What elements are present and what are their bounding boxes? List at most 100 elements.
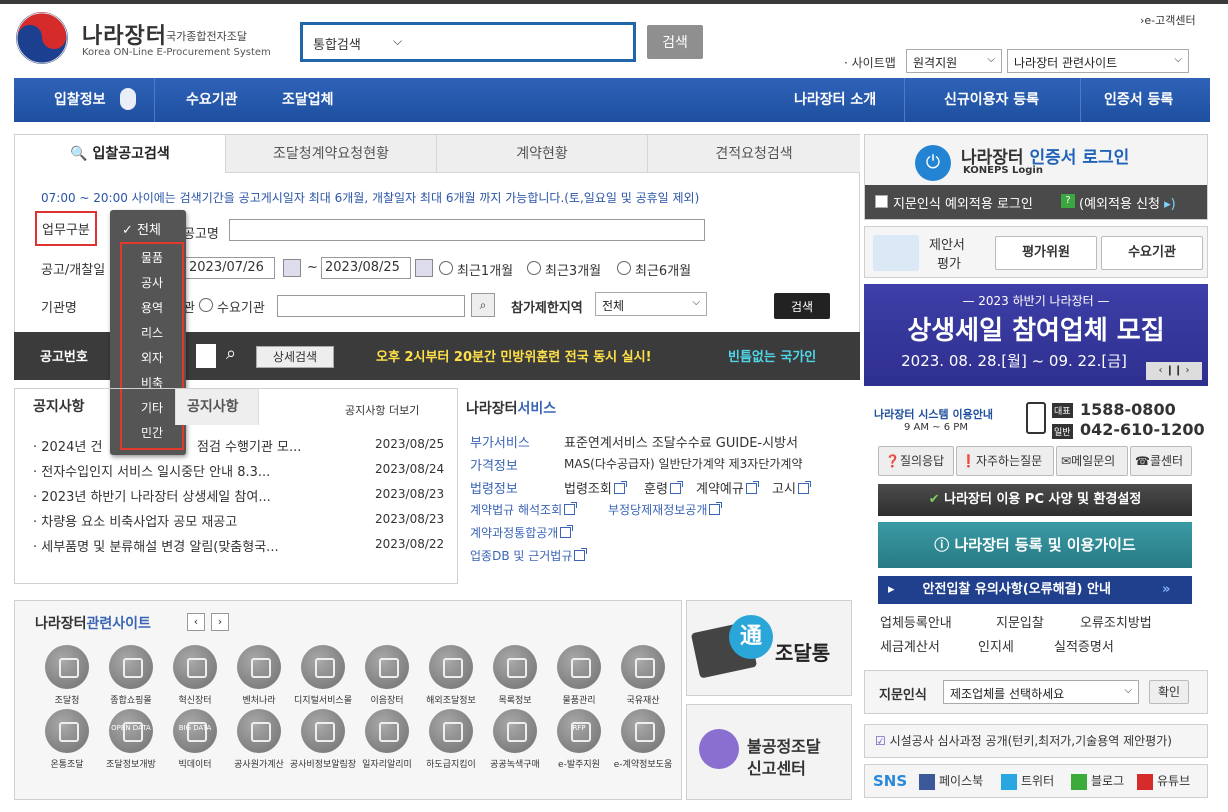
related-site-icon[interactable] [301, 709, 345, 753]
detail-search-button[interactable]: 상세검색 [256, 346, 334, 368]
twitter-link[interactable]: 트위터 [1021, 765, 1054, 797]
banner-controls-icon[interactable]: ‹ ❙❙ › [1146, 362, 1202, 380]
dropdown-option[interactable]: 용역 [122, 299, 182, 316]
related-site-icon[interactable] [301, 645, 345, 689]
dropdown-option[interactable]: 리스 [122, 324, 182, 341]
quick-link[interactable]: 실적증명서 [1054, 636, 1114, 655]
notice-no-input[interactable] [196, 344, 216, 368]
notice-item[interactable]: · 세부품명 및 분류해설 변경 알림(맞춤형국... [33, 536, 279, 555]
dropdown-option[interactable]: 물품 [122, 249, 182, 266]
related-site-label[interactable]: 빅데이터 [159, 757, 231, 770]
quick-link[interactable]: 인지세 [978, 636, 1014, 655]
manufacturer-select[interactable]: 제조업체를 선택하세요 ⌵ [943, 680, 1139, 704]
unfair-report-card[interactable]: 불공정조달 신고센터 [686, 704, 852, 800]
faq-button[interactable]: ❗자주하는질문 [956, 446, 1054, 476]
bid-search-button[interactable]: 검색 [774, 293, 830, 319]
sitemap-link[interactable]: · 사이트맵 [844, 54, 896, 71]
related-site-label[interactable]: 공공녹색구매 [479, 757, 551, 770]
related-site-label[interactable]: 물품관리 [543, 693, 615, 706]
org-name-input[interactable] [277, 295, 465, 317]
related-site-label[interactable]: 공사비정보알림장 [287, 757, 359, 770]
related-site-icon[interactable] [45, 645, 89, 689]
facebook-icon[interactable] [919, 774, 935, 790]
related-site-icon[interactable] [109, 645, 153, 689]
related-sites-select[interactable]: 나라장터 관련사이트 ⌵ [1007, 49, 1189, 73]
related-site-icon[interactable] [493, 645, 537, 689]
quick-link[interactable]: 오류조치방법 [1080, 612, 1152, 631]
twitter-icon[interactable] [1001, 774, 1017, 790]
logo-title[interactable]: 나라장터 [82, 18, 167, 50]
service-link-industry-db[interactable]: 업종DB 및 근거법규 [470, 547, 588, 564]
notices-more-link[interactable]: 공지사항 더보기 [345, 402, 419, 418]
callcenter-button[interactable]: ☎콜센터 [1130, 446, 1192, 476]
related-site-label[interactable]: 목록정보 [479, 693, 551, 706]
fingerprint-checkbox[interactable] [875, 195, 888, 208]
demand-org-button[interactable]: 수요기관 [1101, 236, 1203, 270]
service-links[interactable]: MAS(다수공급자) 일반단가계약 제3자단가계약 [564, 455, 803, 472]
related-site-label[interactable]: 온통조달 [31, 757, 103, 770]
tab-notices[interactable]: 공지사항 [33, 389, 85, 425]
calendar-icon[interactable] [415, 259, 433, 277]
tab-contract-request[interactable]: 조달청계약요청현황 [226, 135, 437, 173]
tab-contract-status[interactable]: 계약현황 [437, 135, 648, 173]
related-site-label[interactable]: 벤처나라 [223, 693, 295, 706]
related-site-label[interactable]: 국유재산 [607, 693, 679, 706]
sale-banner[interactable]: — 2023 하반기 나라장터 — 상생세일 참여업체 모집 2023. 08.… [864, 284, 1208, 386]
evaluator-button[interactable]: 평가위원 [995, 236, 1097, 270]
quick-link[interactable]: 지문입찰 [996, 612, 1044, 631]
search-type-select[interactable]: 통합검색 [313, 34, 361, 53]
youtube-link[interactable]: 유튜브 [1157, 765, 1190, 797]
related-site-label[interactable]: 종합쇼핑몰 [95, 693, 167, 706]
related-site-label[interactable]: e-계약정보도움 [607, 757, 679, 770]
related-site-icon[interactable] [621, 645, 665, 689]
service-link-directive[interactable]: 훈령 [644, 478, 683, 497]
next-arrow-icon[interactable]: › [211, 613, 229, 631]
facebook-link[interactable]: 페이스북 [939, 765, 983, 797]
service-link-law[interactable]: 법령조회 [564, 478, 627, 497]
date-to-input[interactable]: 2023/08/25 [321, 257, 411, 279]
related-site-label[interactable]: 혁신장터 [159, 693, 231, 706]
related-site-label[interactable]: 이음장터 [351, 693, 423, 706]
related-site-label[interactable]: e-발주지원 [543, 757, 615, 770]
service-link-sanction[interactable]: 부정당제재정보공개 [608, 501, 723, 518]
notice-item[interactable]: · 2023년 하반기 나라장터 상생세일 참여... [33, 486, 271, 505]
radio-demand-org[interactable] [199, 298, 213, 312]
dropdown-option[interactable]: 외자 [122, 349, 182, 366]
service-label[interactable]: 부가서비스 [470, 432, 530, 451]
radio-recent-1[interactable] [439, 261, 453, 275]
date-from-input[interactable]: 2023/07/26 [185, 257, 275, 279]
youtube-icon[interactable] [1137, 774, 1153, 790]
notice-item[interactable]: · 2024년 건 [33, 436, 102, 455]
tab-bid-notice-search[interactable]: 🔍 입찰공고검색 [15, 135, 226, 173]
remote-support-select[interactable]: 원격지원 ⌵ [906, 49, 1002, 73]
e-customer-center-link[interactable]: ›e-고객센터 [1140, 12, 1196, 28]
region-select[interactable]: 전체 ⌵ [595, 292, 707, 316]
email-button[interactable]: ✉메일문의 [1056, 446, 1128, 476]
nav-supplier[interactable]: 조달업체 [282, 78, 334, 122]
related-site-icon[interactable] [429, 709, 473, 753]
search-icon[interactable]: ⌕ [226, 343, 236, 364]
nav-bid-info[interactable]: 입찰정보 [54, 78, 106, 122]
jodaltong-card[interactable]: 通 조달통 [686, 600, 852, 696]
service-label[interactable]: 가격정보 [470, 455, 518, 474]
related-site-label[interactable]: 공사원가계산 [223, 757, 295, 770]
search-icon[interactable]: ⌕ [471, 293, 495, 317]
power-icon[interactable]: ⏻ [915, 145, 951, 181]
related-site-label[interactable]: 일자리알리미 [351, 757, 423, 770]
quick-link[interactable]: 업체등록안내 [880, 612, 952, 631]
tab-quote-search[interactable]: 견적요청검색 [648, 135, 860, 173]
service-label[interactable]: 법령정보 [470, 478, 518, 497]
notice-item[interactable]: · 전자수입인지 서비스 일시중단 안내 8.3... [33, 461, 270, 480]
related-site-icon[interactable] [45, 709, 89, 753]
blog-icon[interactable] [1071, 774, 1087, 790]
related-site-icon[interactable] [429, 645, 473, 689]
related-site-label[interactable]: 디지털서비스몰 [287, 693, 359, 706]
logo-emblem-icon[interactable] [16, 12, 68, 64]
chevron-down-icon[interactable]: ⌵ [393, 34, 402, 49]
related-site-label[interactable]: 해외조달정보 [415, 693, 487, 706]
radio-recent-6[interactable] [617, 261, 631, 275]
dropdown-option[interactable]: 공사 [122, 274, 182, 291]
integrated-search-box[interactable]: 통합검색 ⌵ [300, 22, 636, 62]
service-link-process[interactable]: 계약과정통합공개 [470, 524, 574, 541]
notice-name-input[interactable] [229, 219, 705, 241]
